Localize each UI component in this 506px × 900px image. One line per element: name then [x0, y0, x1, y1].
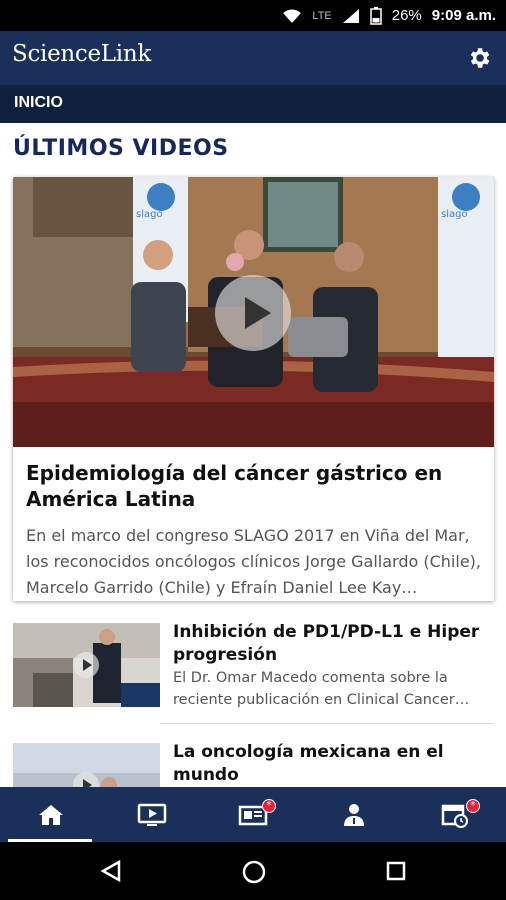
clock: 9:09 a.m.	[431, 7, 496, 24]
list-item-title[interactable]: Inhibición de PD1/PD-L1 e Hiper progresi…	[173, 621, 493, 667]
breadcrumb-bar: INICIO	[0, 85, 506, 123]
wifi-icon	[283, 9, 302, 23]
list-item-description: El Dr. Omar Macedo comenta sobre la reci…	[173, 670, 470, 708]
featured-title[interactable]: Epidemiología del cáncer gástrico en Amé…	[26, 460, 484, 512]
home-icon	[38, 804, 63, 825]
list-item[interactable]: Inhibición de PD1/PD-L1 e Hiper progresi…	[13, 621, 494, 723]
news-badge: *	[262, 799, 276, 813]
nav-videos[interactable]	[101, 787, 202, 842]
battery-icon	[370, 6, 382, 25]
video-icon	[137, 803, 166, 826]
play-button[interactable]	[215, 275, 291, 351]
svg-text:slago: slago	[441, 209, 468, 220]
list-item-title[interactable]: La oncología mexicana en el mundo	[173, 741, 493, 787]
status-bar: LTE 26% 9:09 a.m.	[0, 0, 506, 31]
gear-icon[interactable]	[466, 45, 492, 71]
nav-calendar[interactable]: *	[404, 787, 505, 842]
home-circle-icon[interactable]	[242, 860, 266, 884]
system-navigation	[0, 842, 506, 900]
list-divider	[160, 723, 494, 724]
recents-icon[interactable]	[386, 861, 406, 881]
section-title: ÚLTIMOS VIDEOS	[13, 136, 229, 161]
featured-video-card[interactable]: slago slago Epidemiología del cáncer gás…	[13, 177, 494, 601]
network-type: LTE	[312, 9, 332, 22]
breadcrumb-label: INICIO	[14, 94, 63, 111]
bottom-navigation: * *	[0, 787, 506, 842]
battery-level: 26%	[391, 7, 422, 24]
app-title: ScienceLink	[12, 41, 151, 67]
calendar-icon	[441, 804, 468, 828]
featured-description: En el marco del congreso SLAGO 2017 en V…	[26, 526, 481, 597]
list-play-button[interactable]	[73, 652, 99, 678]
nav-news[interactable]: *	[202, 787, 303, 842]
main-content[interactable]: ÚLTIMOS VIDEOS slago slago Epidemiología…	[0, 123, 506, 787]
calendar-badge: *	[466, 799, 480, 813]
list-thumbnail[interactable]	[13, 623, 160, 707]
svg-text:slago: slago	[136, 209, 163, 220]
signal-icon	[342, 8, 359, 23]
app-bar: ScienceLink	[0, 31, 506, 85]
list-thumbnail[interactable]	[13, 743, 160, 787]
nav-home[interactable]	[0, 787, 101, 842]
list-item[interactable]: La oncología mexicana en el mundo	[13, 741, 494, 787]
nav-doctors[interactable]	[303, 787, 404, 842]
back-icon[interactable]	[100, 860, 122, 882]
doctor-icon	[343, 803, 364, 826]
